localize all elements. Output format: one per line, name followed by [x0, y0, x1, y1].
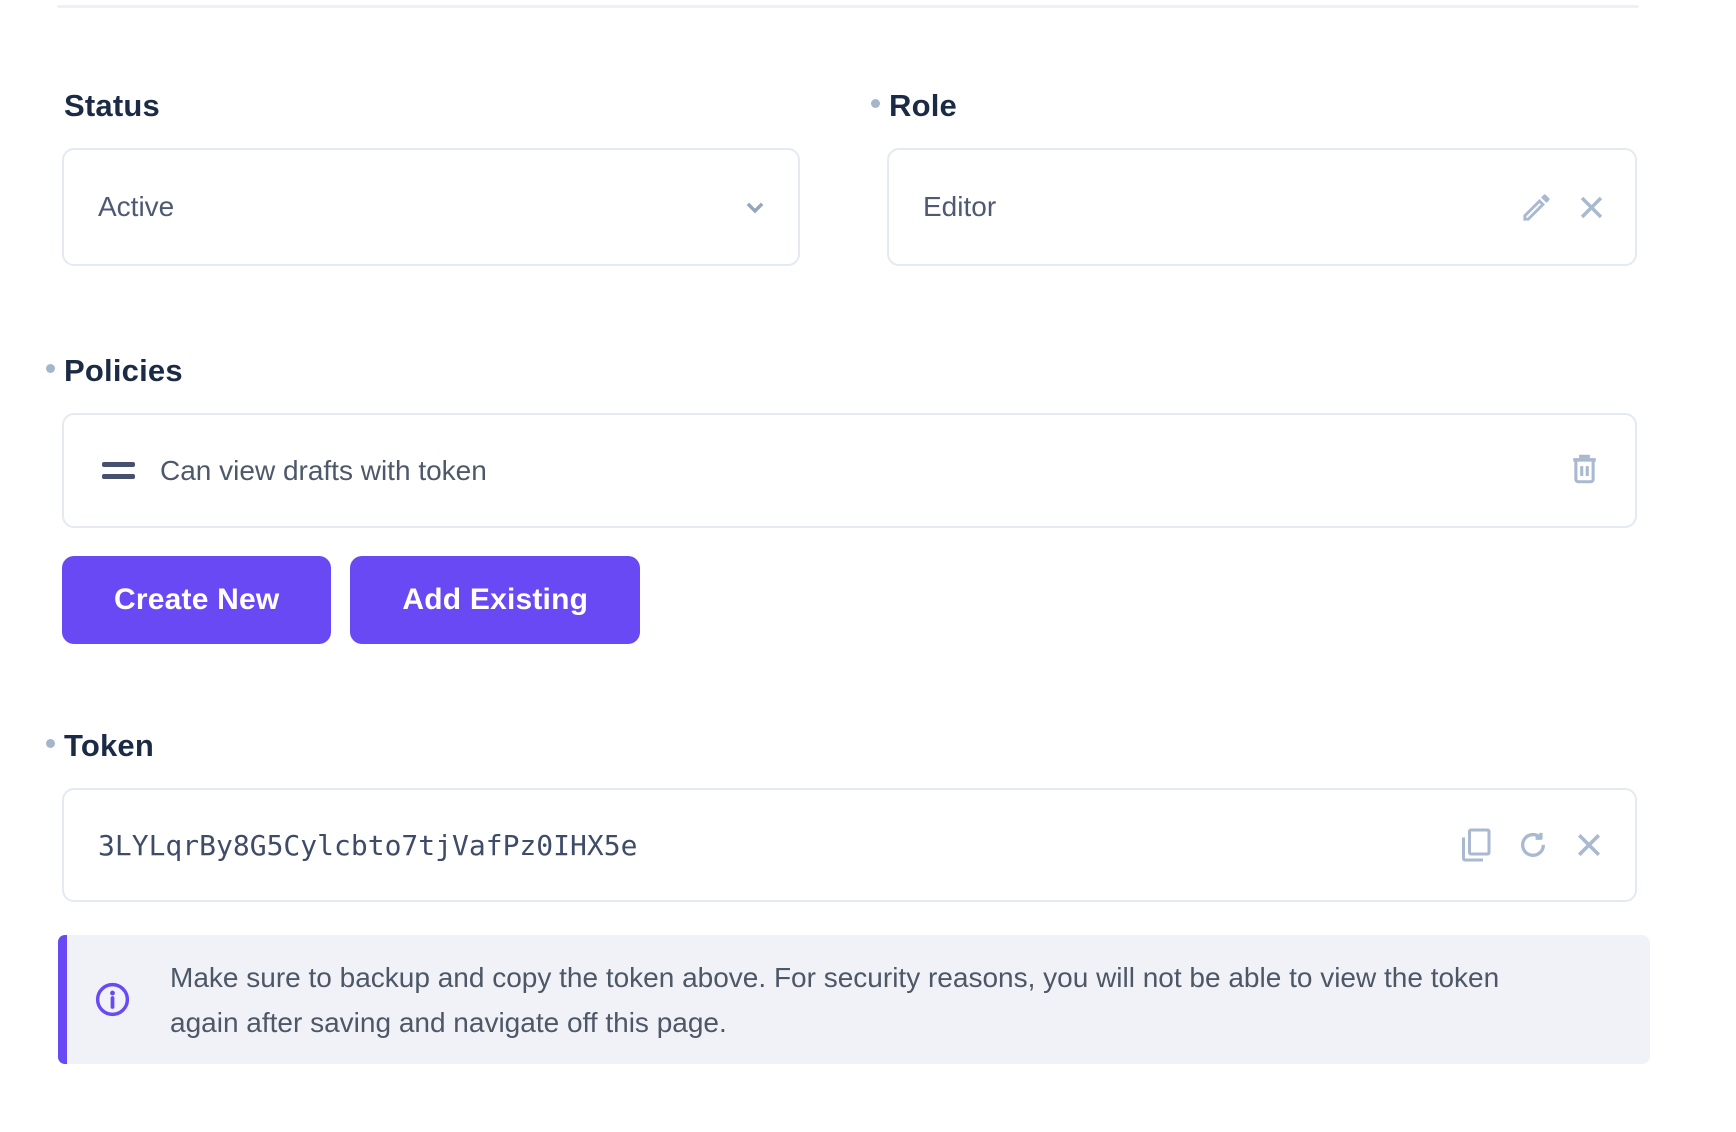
close-icon: [1574, 190, 1609, 225]
policies-label: Policies: [64, 351, 1637, 391]
notice-accent-bar: [58, 935, 67, 1064]
role-field-group: Role Editor: [887, 86, 1637, 266]
role-label: Role: [889, 86, 1637, 126]
refresh-icon: [1515, 827, 1551, 863]
notice-text: Make sure to backup and copy the token a…: [170, 955, 1500, 1045]
section-divider: [57, 5, 1639, 8]
required-dot: [46, 739, 55, 748]
required-dot: [46, 364, 55, 373]
clear-token-button[interactable]: [1571, 827, 1607, 863]
status-select[interactable]: Active: [62, 148, 800, 266]
drag-handle-icon[interactable]: [102, 462, 135, 479]
status-value: Active: [98, 191, 174, 223]
status-field-group: Status Active: [62, 86, 800, 266]
policy-item[interactable]: Can view drafts with token: [62, 413, 1637, 528]
chevron-down-icon: [738, 190, 772, 224]
role-field: Editor: [887, 148, 1637, 266]
edit-icon: [1519, 190, 1554, 225]
token-value: 3LYLqrBy8G5Cylcbto7tjVafPz0IHX5e: [98, 829, 637, 862]
trash-icon: [1566, 452, 1603, 489]
create-new-button[interactable]: Create New: [62, 556, 331, 644]
token-label: Token: [64, 726, 1637, 766]
close-icon: [1571, 827, 1607, 863]
policy-title: Can view drafts with token: [160, 455, 487, 487]
edit-role-button[interactable]: [1519, 190, 1554, 225]
token-section: Token 3LYLqrBy8G5Cylcbto7tjVafPz0IHX5e: [62, 726, 1637, 1064]
copy-icon: [1459, 827, 1495, 863]
copy-token-button[interactable]: [1459, 827, 1495, 863]
required-dot: [871, 99, 880, 108]
info-icon: [91, 978, 134, 1021]
add-existing-button[interactable]: Add Existing: [350, 556, 640, 644]
regenerate-token-button[interactable]: [1515, 827, 1551, 863]
role-value: Editor: [923, 191, 996, 223]
status-label: Status: [64, 86, 800, 126]
user-form: Status Active Role Editor: [62, 86, 1637, 1064]
policies-section: Policies Can view drafts with token Crea…: [62, 351, 1637, 644]
token-field[interactable]: 3LYLqrBy8G5Cylcbto7tjVafPz0IHX5e: [62, 788, 1637, 902]
clear-role-button[interactable]: [1574, 190, 1609, 225]
token-notice: Make sure to backup and copy the token a…: [58, 935, 1650, 1064]
delete-policy-button[interactable]: [1566, 452, 1603, 489]
